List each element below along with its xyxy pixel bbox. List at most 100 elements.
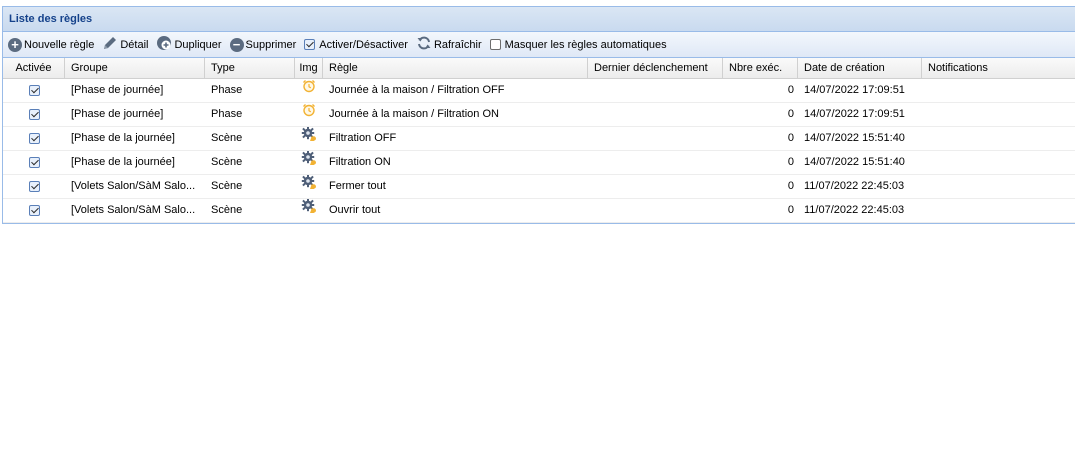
img-cell <box>295 127 323 150</box>
duplicate-icon <box>156 35 172 54</box>
table-row[interactable]: [Volets Salon/SàM Salo... Scène Fermer tou… <box>3 175 1075 199</box>
nbre-cell: 0 <box>787 84 794 96</box>
rules-panel: Liste des règles + Nouvelle règle Détail… <box>2 6 1075 224</box>
col-header-dernier[interactable]: Dernier déclenchement <box>588 58 723 78</box>
refresh-icon <box>416 35 432 54</box>
type-cell: Scène <box>211 132 243 144</box>
nbre-cell: 0 <box>787 108 794 120</box>
new-rule-label: Nouvelle règle <box>24 38 95 51</box>
nbre-cell: 0 <box>787 180 794 192</box>
toggle-checkbox-icon <box>304 39 316 50</box>
col-header-groupe[interactable]: Groupe <box>65 58 205 78</box>
scene-gear-icon <box>301 199 317 222</box>
nbre-cell: 0 <box>787 204 794 216</box>
hide-auto-rules-checkbox[interactable]: Masquer les règles automatiques <box>489 39 667 51</box>
toggle-activation-button[interactable]: Activer/Désactiver <box>304 39 408 51</box>
table-row[interactable]: [Phase de la journée] Scène Filtration ON 0… <box>3 151 1075 175</box>
nbre-cell: 0 <box>787 132 794 144</box>
minus-circle-icon: − <box>229 37 244 52</box>
type-cell: Phase <box>211 108 243 120</box>
col-header-img[interactable]: Img <box>295 58 323 78</box>
type-cell: Scène <box>211 204 243 216</box>
date-cell: 14/07/2022 15:51:40 <box>804 132 905 144</box>
dernier-cell <box>588 79 723 102</box>
activee-cell <box>3 127 65 150</box>
img-cell <box>295 175 323 198</box>
activee-cell <box>3 175 65 198</box>
groupe-cell: [Phase de la journée] <box>71 156 175 168</box>
date-cell: 11/07/2022 22:45:03 <box>804 180 905 192</box>
delete-button[interactable]: − Supprimer <box>229 37 297 52</box>
table-row[interactable]: [Volets Salon/SàM Salo... Scène Ouvrir tou… <box>3 199 1075 223</box>
panel-title: Liste des règles <box>3 7 1075 32</box>
regle-cell: Filtration OFF <box>329 132 397 144</box>
activee-checkbox[interactable] <box>28 85 40 96</box>
dernier-cell <box>588 151 723 174</box>
table-row[interactable]: [Phase de journée] Phase Journée à la mais… <box>3 79 1075 103</box>
type-cell: Scène <box>211 156 243 168</box>
regle-cell: Fermer tout <box>329 180 386 192</box>
activee-checkbox[interactable] <box>28 181 40 192</box>
col-header-activee[interactable]: Activée <box>3 58 65 78</box>
groupe-cell: [Volets Salon/SàM Salo... <box>71 204 196 216</box>
img-cell <box>295 103 323 126</box>
grid-body: [Phase de journée] Phase Journée à la mais… <box>3 79 1075 223</box>
activee-checkbox[interactable] <box>28 109 40 120</box>
activee-checkbox[interactable] <box>28 205 40 216</box>
activee-cell <box>3 199 65 222</box>
alarm-clock-icon <box>302 79 316 102</box>
col-header-nbre[interactable]: Nbre exéc. <box>723 58 798 78</box>
groupe-cell: [Phase de la journée] <box>71 132 175 144</box>
notifications-cell <box>922 151 1074 174</box>
grid-header: Activée Groupe Type Img Règle Dernier dé… <box>3 58 1075 79</box>
activee-checkbox[interactable] <box>28 157 40 168</box>
notifications-cell <box>922 103 1074 126</box>
img-cell <box>295 199 323 222</box>
groupe-cell: [Phase de journée] <box>71 84 164 96</box>
regle-cell: Journée à la maison / Filtration ON <box>329 108 499 120</box>
col-header-type[interactable]: Type <box>205 58 295 78</box>
refresh-button[interactable]: Rafraîchir <box>416 35 482 54</box>
dernier-cell <box>588 175 723 198</box>
regle-cell: Ouvrir tout <box>329 204 381 216</box>
activee-checkbox[interactable] <box>28 133 40 144</box>
alarm-clock-icon <box>302 103 316 126</box>
dernier-cell <box>588 199 723 222</box>
col-header-regle[interactable]: Règle <box>323 58 588 78</box>
regle-cell: Filtration ON <box>329 156 391 168</box>
toggle-label: Activer/Désactiver <box>319 38 408 51</box>
scene-gear-icon <box>301 151 317 174</box>
col-header-date[interactable]: Date de création <box>798 58 922 78</box>
table-row[interactable]: [Phase de journée] Phase Journée à la mais… <box>3 103 1075 127</box>
duplicate-label: Dupliquer <box>174 38 222 51</box>
notifications-cell <box>922 175 1074 198</box>
notifications-cell <box>922 79 1074 102</box>
date-cell: 14/07/2022 15:51:40 <box>804 156 905 168</box>
delete-label: Supprimer <box>245 38 297 51</box>
notifications-cell <box>922 199 1074 222</box>
pencil-icon <box>102 35 118 54</box>
table-row[interactable]: [Phase de la journée] Scène Filtration OFF… <box>3 127 1075 151</box>
detail-button[interactable]: Détail <box>102 35 148 54</box>
col-header-notifications[interactable]: Notifications <box>922 58 1074 78</box>
plus-circle-icon: + <box>8 37 22 52</box>
activee-cell <box>3 151 65 174</box>
activee-cell <box>3 79 65 102</box>
img-cell <box>295 79 323 102</box>
duplicate-button[interactable]: Dupliquer <box>156 35 222 54</box>
groupe-cell: [Phase de journée] <box>71 108 164 120</box>
dernier-cell <box>588 127 723 150</box>
toolbar: + Nouvelle règle Détail Dupliquer − Supp… <box>3 32 1075 58</box>
type-cell: Phase <box>211 84 243 96</box>
groupe-cell: [Volets Salon/SàM Salo... <box>71 180 196 192</box>
type-cell: Scène <box>211 180 243 192</box>
hide-auto-checkbox-box[interactable] <box>489 39 501 50</box>
detail-label: Détail <box>120 38 149 51</box>
date-cell: 11/07/2022 22:45:03 <box>804 204 905 216</box>
new-rule-button[interactable]: + Nouvelle règle <box>8 37 95 52</box>
img-cell <box>295 151 323 174</box>
refresh-label: Rafraîchir <box>433 38 482 51</box>
scene-gear-icon <box>301 127 317 150</box>
date-cell: 14/07/2022 17:09:51 <box>804 108 905 120</box>
date-cell: 14/07/2022 17:09:51 <box>804 84 905 96</box>
